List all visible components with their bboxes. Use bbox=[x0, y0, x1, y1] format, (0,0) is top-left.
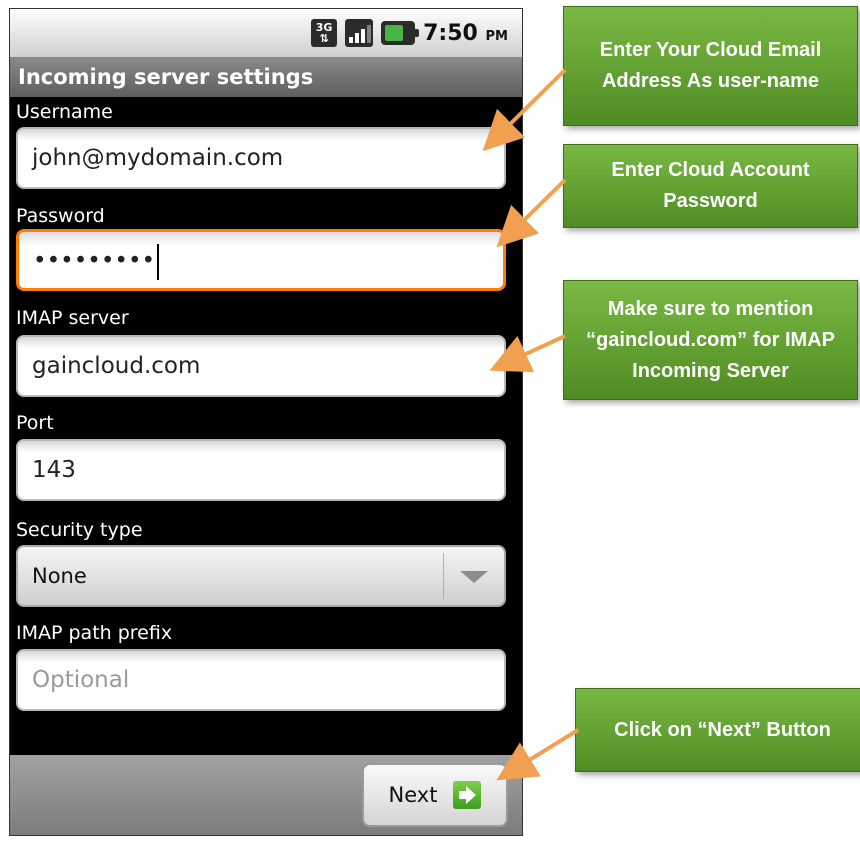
arrow-right-icon bbox=[453, 781, 482, 809]
imap-path-prefix-field[interactable]: Optional bbox=[16, 649, 506, 711]
signal-strength-icon bbox=[345, 19, 374, 47]
next-button[interactable]: Next bbox=[362, 763, 508, 827]
bottom-button-bar: Next bbox=[10, 755, 522, 835]
status-time: 7:50 PM bbox=[423, 20, 508, 46]
next-button-label: Next bbox=[388, 783, 438, 807]
security-type-value: None bbox=[32, 564, 87, 588]
callout-password: Enter Cloud Account Password bbox=[563, 144, 858, 228]
security-type-label: Security type bbox=[16, 519, 143, 541]
username-label: Username bbox=[16, 101, 113, 123]
imap-path-prefix-label: IMAP path prefix bbox=[16, 622, 173, 644]
callout-imap-server: Make sure to mention “gaincloud.com” for… bbox=[563, 280, 858, 400]
imap-server-label: IMAP server bbox=[16, 307, 129, 329]
page-title: Incoming server settings bbox=[10, 57, 522, 97]
password-field[interactable]: ••••••••• bbox=[16, 229, 506, 291]
network-3g-icon: 3G ⇅ bbox=[311, 19, 338, 47]
port-label: Port bbox=[16, 412, 54, 434]
password-label: Password bbox=[16, 205, 105, 227]
chevron-down-icon[interactable] bbox=[460, 571, 488, 583]
status-bar: 3G ⇅ 7:50 PM bbox=[10, 9, 522, 57]
imap-server-field[interactable]: gaincloud.com bbox=[16, 335, 506, 397]
phone-screen: 3G ⇅ 7:50 PM Incoming server settings Us… bbox=[9, 8, 523, 836]
password-value: ••••••••• bbox=[33, 248, 156, 274]
username-field[interactable]: john@mydomain.com bbox=[16, 127, 506, 189]
security-type-select[interactable]: None bbox=[16, 545, 506, 607]
text-cursor bbox=[157, 243, 160, 280]
select-divider bbox=[443, 553, 444, 599]
battery-icon bbox=[381, 21, 420, 45]
callout-username: Enter Your Cloud Email Address As user-n… bbox=[563, 6, 858, 126]
callout-next: Click on “Next” Button bbox=[575, 688, 860, 772]
port-field[interactable]: 143 bbox=[16, 439, 506, 501]
